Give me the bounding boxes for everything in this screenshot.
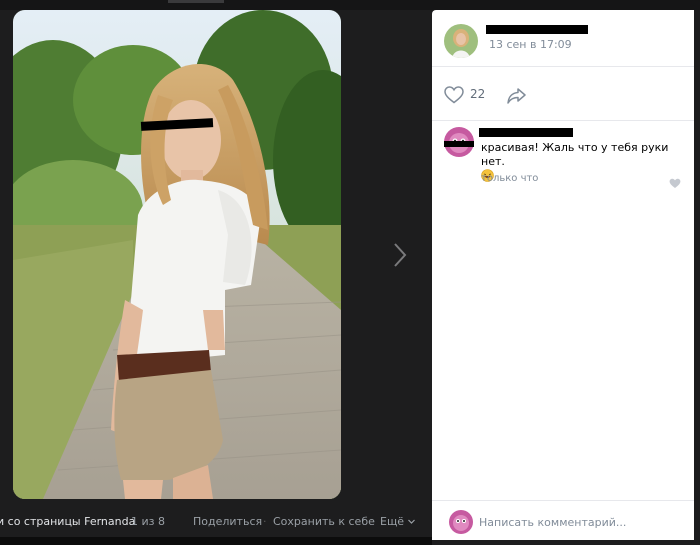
save-to-profile-link[interactable]: Сохранить к себе	[273, 507, 375, 537]
photo[interactable]	[13, 10, 341, 499]
comment-like-button[interactable]	[669, 174, 681, 188]
heart-icon	[444, 86, 464, 104]
side-panel: 13 сен в 17:09 22 красивая! Жаль что у т…	[432, 10, 694, 540]
author-name-redacted	[486, 25, 588, 34]
post-actions: 22	[432, 67, 694, 121]
comment-input[interactable]	[477, 509, 681, 535]
commenter-name-redacted	[479, 128, 573, 137]
avatar-image	[444, 24, 478, 58]
avatar[interactable]	[444, 24, 478, 58]
share-link[interactable]: Поделиться	[193, 507, 262, 537]
like-count: 22	[470, 87, 486, 101]
next-photo-arrow[interactable]	[386, 238, 414, 272]
more-menu[interactable]: Ещё	[380, 507, 416, 537]
photo-viewer: и со страницы Fernanda 1 из 8 Поделиться…	[0, 0, 700, 545]
photo-image	[13, 10, 341, 499]
commenter-avatar-redaction	[444, 141, 474, 147]
share-button[interactable]	[506, 84, 528, 106]
my-avatar	[449, 510, 473, 534]
share-arrow-icon	[507, 88, 526, 104]
bottom-edge	[0, 537, 432, 545]
comment-item: красивая! Жаль что у тебя руки нет. толь…	[432, 121, 694, 191]
author-header: 13 сен в 17:09	[432, 10, 694, 67]
like-button[interactable]: 22	[444, 86, 494, 106]
avatar-image	[449, 510, 473, 534]
photo-counter: 1 из 8	[131, 515, 165, 528]
chevron-down-icon	[408, 519, 416, 524]
top-strip-highlight	[168, 0, 224, 3]
separator-dot: ·	[370, 515, 374, 528]
photo-bottombar: и со страницы Fernanda 1 из 8 Поделиться…	[0, 507, 432, 537]
top-strip	[0, 0, 700, 10]
comment-time[interactable]: только что	[481, 173, 538, 184]
chevron-right-icon	[394, 243, 407, 267]
heart-icon	[669, 178, 681, 188]
comment-text-content: красивая! Жаль что у тебя руки нет.	[481, 141, 669, 168]
more-label: Ещё	[380, 515, 405, 528]
comment-composer	[432, 500, 694, 540]
separator-dot: ·	[263, 515, 267, 528]
post-date[interactable]: 13 сен в 17:09	[489, 38, 572, 51]
album-title[interactable]: и со страницы Fernanda	[0, 507, 135, 537]
